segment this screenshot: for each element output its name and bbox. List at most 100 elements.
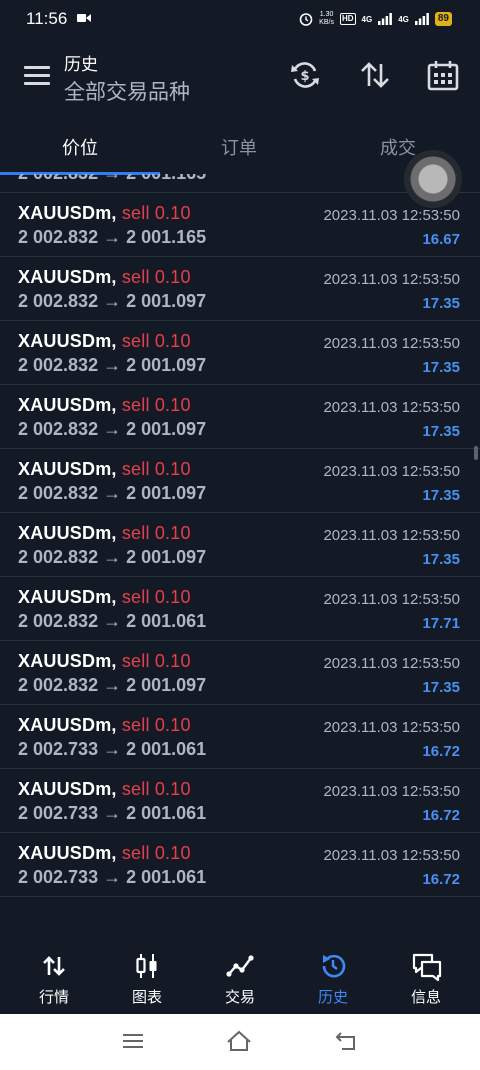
deal-symbol: XAUUSDm,: [18, 651, 117, 671]
nav-label: 交易: [224, 988, 255, 1006]
menu-icon[interactable]: [122, 1030, 144, 1052]
deal-symbol-line: XAUUSDm, sell 0.10: [18, 331, 191, 352]
scrollbar[interactable]: [474, 446, 478, 460]
deal-profit: 17.35: [422, 487, 460, 504]
deal-symbol-line: XAUUSDm, sell 0.10: [18, 715, 191, 736]
deal-row[interactable]: XAUUSDm, sell 0.10 2 002.832 → 2 001.097 2…: [0, 641, 480, 705]
deal-profit: 17.71: [422, 615, 460, 632]
home-icon[interactable]: [226, 1030, 252, 1052]
deal-symbol: XAUUSDm,: [18, 587, 117, 607]
deal-symbol: XAUUSDm,: [18, 715, 117, 735]
deal-time: 2023.11.03 12:53:50: [323, 783, 460, 800]
deal-prices: 2 002.733 → 2 001.061: [18, 803, 207, 823]
nav-trade[interactable]: 交易: [192, 940, 288, 1014]
deal-row[interactable]: XAUUSDm, sell 0.10 2 002.733 → 2 001.061 2…: [0, 705, 480, 769]
deal-symbol: XAUUSDm,: [18, 331, 117, 351]
hd-badge: HD: [339, 13, 356, 25]
deal-profit: 16.72: [422, 807, 460, 824]
app-header: 历史 全部交易品种 $: [0, 36, 480, 118]
deal-symbol-line: XAUUSDm, sell 0.10: [18, 779, 191, 800]
nav-quotes[interactable]: 行情: [6, 940, 102, 1014]
net-speed-unit: KB/s: [319, 19, 334, 26]
deal-symbol: XAUUSDm,: [18, 459, 117, 479]
deal-prices: 2 002.832 → 2 001.061: [18, 611, 207, 631]
status-bar: 11:56 1.30 KB/s HD 4G 4G 89: [0, 0, 480, 36]
deal-profit: 17.35: [422, 679, 460, 696]
alarm-icon: [299, 13, 313, 26]
signal-2-label: 4G: [398, 14, 409, 24]
deal-row[interactable]: XAUUSDm, sell 0.10 2 002.832 → 2 001.097 2…: [0, 449, 480, 513]
status-icons: 1.30 KB/s HD 4G 4G 89: [299, 9, 452, 29]
sort-icon[interactable]: [358, 58, 392, 92]
page-title: 历史: [64, 55, 98, 75]
deal-side: sell 0.10: [121, 203, 191, 223]
deal-side: sell 0.10: [121, 843, 191, 863]
deal-symbol: XAUUSDm,: [18, 395, 117, 415]
net-speed: 1.30 KB/s: [319, 11, 334, 27]
signal-bars-icon: [378, 13, 393, 25]
net-speed-value: 1.30: [319, 11, 334, 18]
nav-history[interactable]: 历史: [285, 940, 381, 1014]
deal-prices: 2 002.733 → 2 001.061: [18, 867, 207, 887]
deal-row[interactable]: XAUUSDm, sell 0.10 2 002.832 → 2 001.097 2…: [0, 321, 480, 385]
deal-row[interactable]: XAUUSDm, sell 0.10 2 002.733 → 2 001.061 2…: [0, 769, 480, 833]
messages-icon: [412, 953, 442, 982]
trade-icon: [226, 955, 254, 977]
deal-row[interactable]: XAUUSDm, sell 0.10 2 002.832 → 2 001.097 2…: [0, 257, 480, 321]
tab-deals[interactable]: 成交: [380, 134, 416, 160]
deal-time: 2023.11.03 12:53:50: [323, 463, 460, 480]
deal-profit: 17.35: [422, 423, 460, 440]
deal-prices: 2 002.832 → 2 001.097: [18, 547, 207, 567]
battery-level: 89: [434, 12, 452, 26]
deal-symbol-line: XAUUSDm, sell 0.10: [18, 395, 191, 416]
menu-icon[interactable]: [24, 66, 50, 86]
currency-exchange-icon[interactable]: $: [288, 58, 322, 92]
deal-prices: 2 002.832 → 2 001.165: [18, 227, 207, 247]
deal-side: sell 0.10: [121, 459, 191, 479]
deal-side: sell 0.10: [121, 331, 191, 351]
history-icon: [322, 954, 346, 978]
deal-profit: 16.72: [422, 871, 460, 888]
deal-symbol-line: XAUUSDm, sell 0.10: [18, 203, 191, 224]
deal-time: 2023.11.03 12:53:50: [323, 399, 460, 416]
nav-label: 历史: [317, 988, 348, 1006]
svg-text:$: $: [300, 69, 309, 84]
deal-row[interactable]: XAUUSDm, sell 0.10 2 002.832 → 2 001.097 2…: [0, 513, 480, 577]
deal-time: 2023.11.03 12:53:50: [323, 847, 460, 864]
deal-list[interactable]: XAUUSDm, sell 0.10 2 002.832 → 2 001.165 2…: [0, 174, 480, 922]
deal-prices: 2 002.832 → 2 001.097: [18, 419, 207, 439]
signal-1-label: 4G: [361, 14, 373, 24]
deal-prices: 2 002.832 → 2 001.097: [18, 355, 207, 375]
deal-symbol: XAUUSDm,: [18, 843, 117, 863]
deal-row[interactable]: XAUUSDm, sell 0.10 2 002.832 → 2 001.165 2…: [0, 193, 480, 257]
deal-row[interactable]: XAUUSDm, sell 0.10 2 002.832 → 2 001.061 2…: [0, 577, 480, 641]
nav-chart[interactable]: 图表: [99, 940, 195, 1014]
nav-label: 行情: [38, 988, 69, 1006]
status-time: 11:56: [26, 9, 68, 28]
deal-side: sell 0.10: [121, 395, 191, 415]
deal-time: 2023.11.03 12:53:50: [323, 527, 460, 544]
tab-positions[interactable]: 价位: [62, 134, 98, 160]
deal-time: 2023.11.03 12:53:50: [323, 271, 460, 288]
nav-label: 图表: [131, 988, 162, 1006]
calendar-icon[interactable]: [426, 58, 460, 92]
deal-profit: 17.35: [422, 295, 460, 312]
deal-profit: 17.35: [422, 551, 460, 568]
nav-messages[interactable]: 信息: [378, 940, 474, 1014]
deal-prices: 2 002.832 → 2 001.097: [18, 675, 207, 695]
deal-time: 2023.11.03 12:53:50: [323, 719, 460, 736]
deal-symbol-line: XAUUSDm, sell 0.10: [18, 267, 191, 288]
bottom-nav: 行情 图表 交易 历史 信息: [0, 940, 480, 1014]
tab-orders[interactable]: 订单: [221, 134, 257, 160]
deal-time: 2023.11.03 12:53:50: [323, 655, 460, 672]
symbol-filter[interactable]: 全部交易品种: [64, 76, 190, 106]
deal-row[interactable]: XAUUSDm, sell 0.10 2 002.733 → 2 001.061 2…: [0, 833, 480, 897]
deal-row[interactable]: XAUUSDm, sell 0.10 2 002.832 → 2 001.097 2…: [0, 385, 480, 449]
floating-assist-button[interactable]: [404, 150, 462, 208]
deal-symbol-line: XAUUSDm, sell 0.10: [18, 523, 191, 544]
screen-record-icon: [77, 14, 91, 22]
deal-symbol: XAUUSDm,: [18, 267, 117, 287]
deal-symbol-line: XAUUSDm, sell 0.10: [18, 459, 191, 480]
deal-time: 2023.11.03 12:53:50: [323, 591, 460, 608]
back-icon[interactable]: [334, 1030, 356, 1052]
